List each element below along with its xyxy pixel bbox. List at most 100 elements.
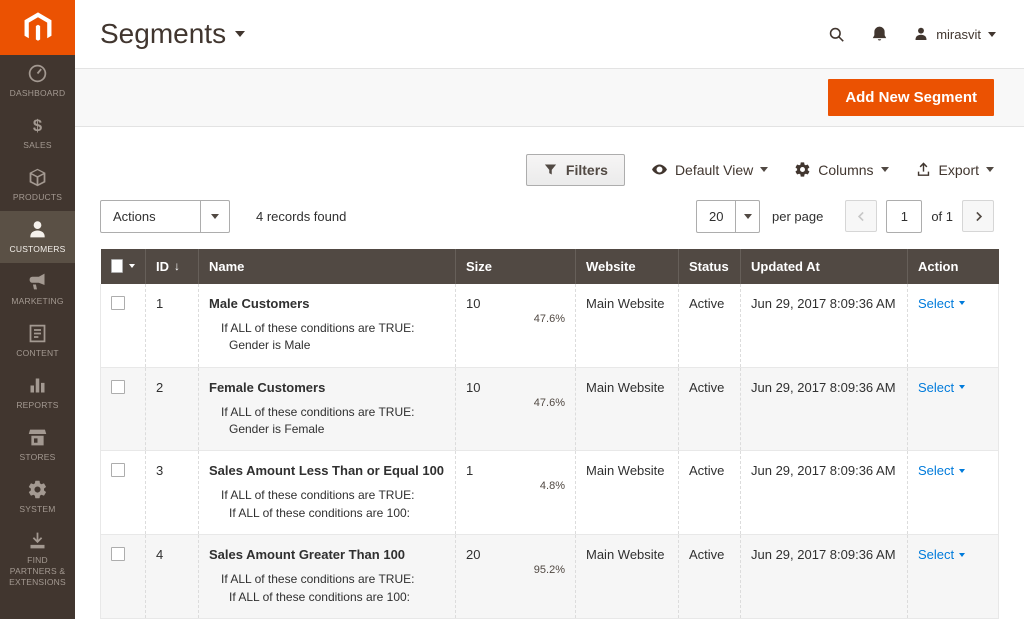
row-action-cell: Select xyxy=(908,451,999,535)
sidebar-item-label: MARKETING xyxy=(11,296,63,307)
eye-icon xyxy=(651,161,668,178)
grid-controls-right: 20 per page of 1 xyxy=(696,200,994,233)
dashboard-icon xyxy=(27,63,48,84)
sidebar-item-products[interactable]: PRODUCTS xyxy=(0,159,75,211)
select-all-checkbox[interactable] xyxy=(111,259,124,273)
row-updated-cell: Jun 29, 2017 8:09:36 AM xyxy=(741,535,908,619)
row-select-action[interactable]: Select xyxy=(918,296,965,311)
sidebar-item-find-partners[interactable]: FIND PARTNERS & EXTENSIONS xyxy=(0,523,75,595)
row-select-action[interactable]: Select xyxy=(918,380,965,395)
condition-detail: If ALL of these conditions are 100: xyxy=(209,505,445,522)
sidebar-item-label: CUSTOMERS xyxy=(10,244,66,255)
row-id-cell: 4 xyxy=(146,535,199,619)
row-name-cell: Sales Amount Less Than or Equal 100 If A… xyxy=(199,451,456,535)
per-page-label: per page xyxy=(772,209,823,224)
sidebar-item-stores[interactable]: STORES xyxy=(0,419,75,471)
page-title: Segments xyxy=(100,18,226,50)
sidebar-item-dashboard[interactable]: DASHBOARD xyxy=(0,55,75,107)
row-updated-cell: Jun 29, 2017 8:09:36 AM xyxy=(741,367,908,451)
segment-size: 1 xyxy=(466,463,473,478)
column-header-status[interactable]: Status xyxy=(679,249,741,284)
segment-name: Male Customers xyxy=(209,296,445,311)
select-action-caret-icon xyxy=(959,469,965,473)
sidebar-item-system[interactable]: SYSTEM xyxy=(0,471,75,523)
segment-name: Female Customers xyxy=(209,380,445,395)
row-checkbox-cell xyxy=(101,451,146,535)
row-select-action[interactable]: Select xyxy=(918,547,965,562)
row-checkbox[interactable] xyxy=(111,296,125,310)
main-content: Segments mirasvit Add New Segment xyxy=(75,0,1024,619)
row-name-cell: Sales Amount Greater Than 100 If ALL of … xyxy=(199,535,456,619)
select-action-label: Select xyxy=(918,380,954,395)
columns-caret-icon xyxy=(881,167,889,172)
table-row: 4 Sales Amount Greater Than 100 If ALL o… xyxy=(101,535,999,619)
per-page-select-arrow xyxy=(735,201,759,232)
columns-label: Columns xyxy=(818,162,873,178)
sidebar-item-reports[interactable]: REPORTS xyxy=(0,367,75,419)
current-page-input[interactable] xyxy=(886,200,922,233)
table-row: 2 Female Customers If ALL of these condi… xyxy=(101,367,999,451)
page-header: Segments mirasvit xyxy=(75,0,1024,68)
notifications-button[interactable] xyxy=(870,25,889,44)
search-icon xyxy=(827,25,846,44)
sort-desc-icon: ↓ xyxy=(174,259,180,273)
row-checkbox-cell xyxy=(101,367,146,451)
column-header-action[interactable]: Action xyxy=(908,249,999,284)
row-size-cell: 10 47.6% xyxy=(456,284,576,367)
column-header-label: Website xyxy=(586,259,636,274)
bell-icon xyxy=(870,25,889,44)
sidebar-item-sales[interactable]: $ SALES xyxy=(0,107,75,159)
column-header-website[interactable]: Website xyxy=(576,249,679,284)
row-status-cell: Active xyxy=(679,284,741,367)
export-icon xyxy=(915,161,932,178)
row-id-cell: 2 xyxy=(146,367,199,451)
magento-logo[interactable] xyxy=(0,0,75,55)
user-menu-caret-icon xyxy=(988,32,996,37)
sidebar-item-label: SALES xyxy=(23,140,51,151)
grid-controls-left: Actions 4 records found xyxy=(100,200,346,233)
row-website-cell: Main Website xyxy=(576,535,679,619)
title-dropdown-caret-icon[interactable] xyxy=(235,31,245,37)
row-checkbox[interactable] xyxy=(111,380,125,394)
row-size-cell: 20 95.2% xyxy=(456,535,576,619)
sidebar-item-customers[interactable]: CUSTOMERS xyxy=(0,211,75,263)
per-page-select[interactable]: 20 xyxy=(696,200,760,233)
user-menu[interactable]: mirasvit xyxy=(913,26,996,42)
row-select-action[interactable]: Select xyxy=(918,463,965,478)
sidebar-item-marketing[interactable]: MARKETING xyxy=(0,263,75,315)
sidebar-item-label: CONTENT xyxy=(16,348,58,359)
column-header-size[interactable]: Size xyxy=(456,249,576,284)
default-view-dropdown[interactable]: Default View xyxy=(651,161,768,178)
search-button[interactable] xyxy=(827,25,846,44)
column-header-label: Name xyxy=(209,259,244,274)
actions-select[interactable]: Actions xyxy=(100,200,230,233)
row-size-cell: 10 47.6% xyxy=(456,367,576,451)
row-checkbox[interactable] xyxy=(111,463,125,477)
column-header-id[interactable]: ID↓ xyxy=(146,249,199,284)
system-icon xyxy=(27,479,48,500)
sidebar-item-content[interactable]: CONTENT xyxy=(0,315,75,367)
segment-size-percent: 47.6% xyxy=(466,313,565,325)
next-page-button[interactable] xyxy=(962,200,994,232)
username: mirasvit xyxy=(936,27,981,42)
columns-dropdown[interactable]: Columns xyxy=(794,161,888,178)
column-header-label: Updated At xyxy=(751,259,820,274)
grid-toolbar: Filters Default View Columns Export xyxy=(75,154,1024,186)
previous-page-button[interactable] xyxy=(845,200,877,232)
column-header-name[interactable]: Name xyxy=(199,249,456,284)
total-pages-label: of 1 xyxy=(931,209,953,224)
export-dropdown[interactable]: Export xyxy=(915,161,994,178)
add-new-segment-button[interactable]: Add New Segment xyxy=(828,79,994,116)
row-name-cell: Male Customers If ALL of these condition… xyxy=(199,284,456,367)
sidebar-item-label: REPORTS xyxy=(16,400,58,411)
select-all-header[interactable] xyxy=(101,249,146,284)
sidebar-item-label: FIND PARTNERS & EXTENSIONS xyxy=(3,555,73,588)
default-view-caret-icon xyxy=(760,167,768,172)
filters-button[interactable]: Filters xyxy=(526,154,625,186)
row-checkbox[interactable] xyxy=(111,547,125,561)
segment-size: 10 xyxy=(466,296,480,311)
export-label: Export xyxy=(939,162,979,178)
row-id-cell: 3 xyxy=(146,451,199,535)
column-header-updated-at[interactable]: Updated At xyxy=(741,249,908,284)
sidebar-item-label: DASHBOARD xyxy=(10,88,66,99)
